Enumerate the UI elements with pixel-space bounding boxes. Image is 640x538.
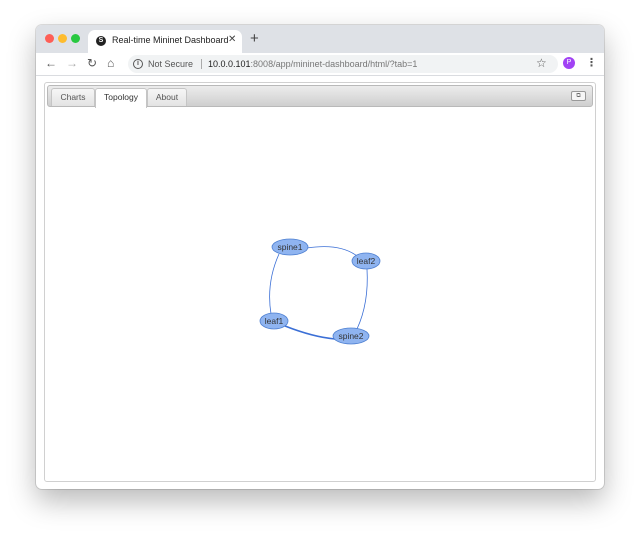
- browser-menu-icon[interactable]: ⋮: [586, 56, 597, 69]
- forward-arrow-icon[interactable]: →: [66, 56, 78, 70]
- maximize-window-button[interactable]: [71, 34, 80, 43]
- topology-link-spine1-leaf2[interactable]: [306, 246, 358, 257]
- browser-tabstrip: S Real-time Mininet Dashboard ✕ +: [36, 25, 604, 53]
- bookmark-star-icon[interactable]: ☆: [536, 56, 547, 70]
- info-icon[interactable]: i: [133, 59, 143, 69]
- node-label: spine2: [338, 331, 363, 341]
- back-arrow-icon[interactable]: ←: [45, 56, 57, 70]
- favicon-icon: S: [96, 36, 106, 46]
- topology-link-spine1-leaf1[interactable]: [269, 253, 280, 315]
- node-label: spine1: [277, 242, 302, 252]
- browser-tab[interactable]: S Real-time Mininet Dashboard ✕: [88, 30, 242, 53]
- topology-graph[interactable]: spine1 leaf2 leaf1 spine2: [45, 83, 595, 481]
- minimize-window-button[interactable]: [58, 34, 67, 43]
- new-tab-button[interactable]: +: [250, 30, 259, 47]
- reload-icon[interactable]: ↻: [87, 56, 97, 70]
- browser-window: S Real-time Mininet Dashboard ✕ + ← → ↻ …: [36, 25, 604, 489]
- browser-tab-title: Real-time Mininet Dashboard: [112, 35, 229, 45]
- topology-node-leaf2[interactable]: leaf2: [351, 252, 381, 270]
- dashboard-panel: Charts Topology About ⧉ spine1 leaf2 leaf1…: [44, 82, 596, 482]
- profile-avatar[interactable]: P: [563, 57, 575, 69]
- topology-node-spine1[interactable]: spine1: [271, 238, 309, 256]
- url-host: 10.0.0.101: [208, 59, 251, 69]
- topology-node-spine2[interactable]: spine2: [332, 327, 370, 345]
- node-label: leaf1: [265, 316, 284, 326]
- topology-link-leaf1-spine2[interactable]: [284, 325, 336, 340]
- close-window-button[interactable]: [45, 34, 54, 43]
- topology-link-leaf2-spine2[interactable]: [356, 268, 368, 330]
- url-path: :8008/app/mininet-dashboard/html/?tab=1: [250, 59, 418, 69]
- security-label: Not Secure: [148, 59, 194, 69]
- address-separator: [201, 59, 202, 69]
- browser-toolbar: ← → ↻ ⌂ i Not Secure 10.0.0.101:8008/app…: [36, 53, 604, 76]
- tab-close-icon[interactable]: ✕: [228, 34, 236, 45]
- home-icon[interactable]: ⌂: [107, 56, 114, 70]
- topology-node-leaf1[interactable]: leaf1: [259, 312, 289, 330]
- address-bar[interactable]: i Not Secure 10.0.0.101:8008/app/mininet…: [128, 55, 558, 73]
- url-text[interactable]: 10.0.0.101:8008/app/mininet-dashboard/ht…: [208, 59, 417, 69]
- node-label: leaf2: [357, 256, 376, 266]
